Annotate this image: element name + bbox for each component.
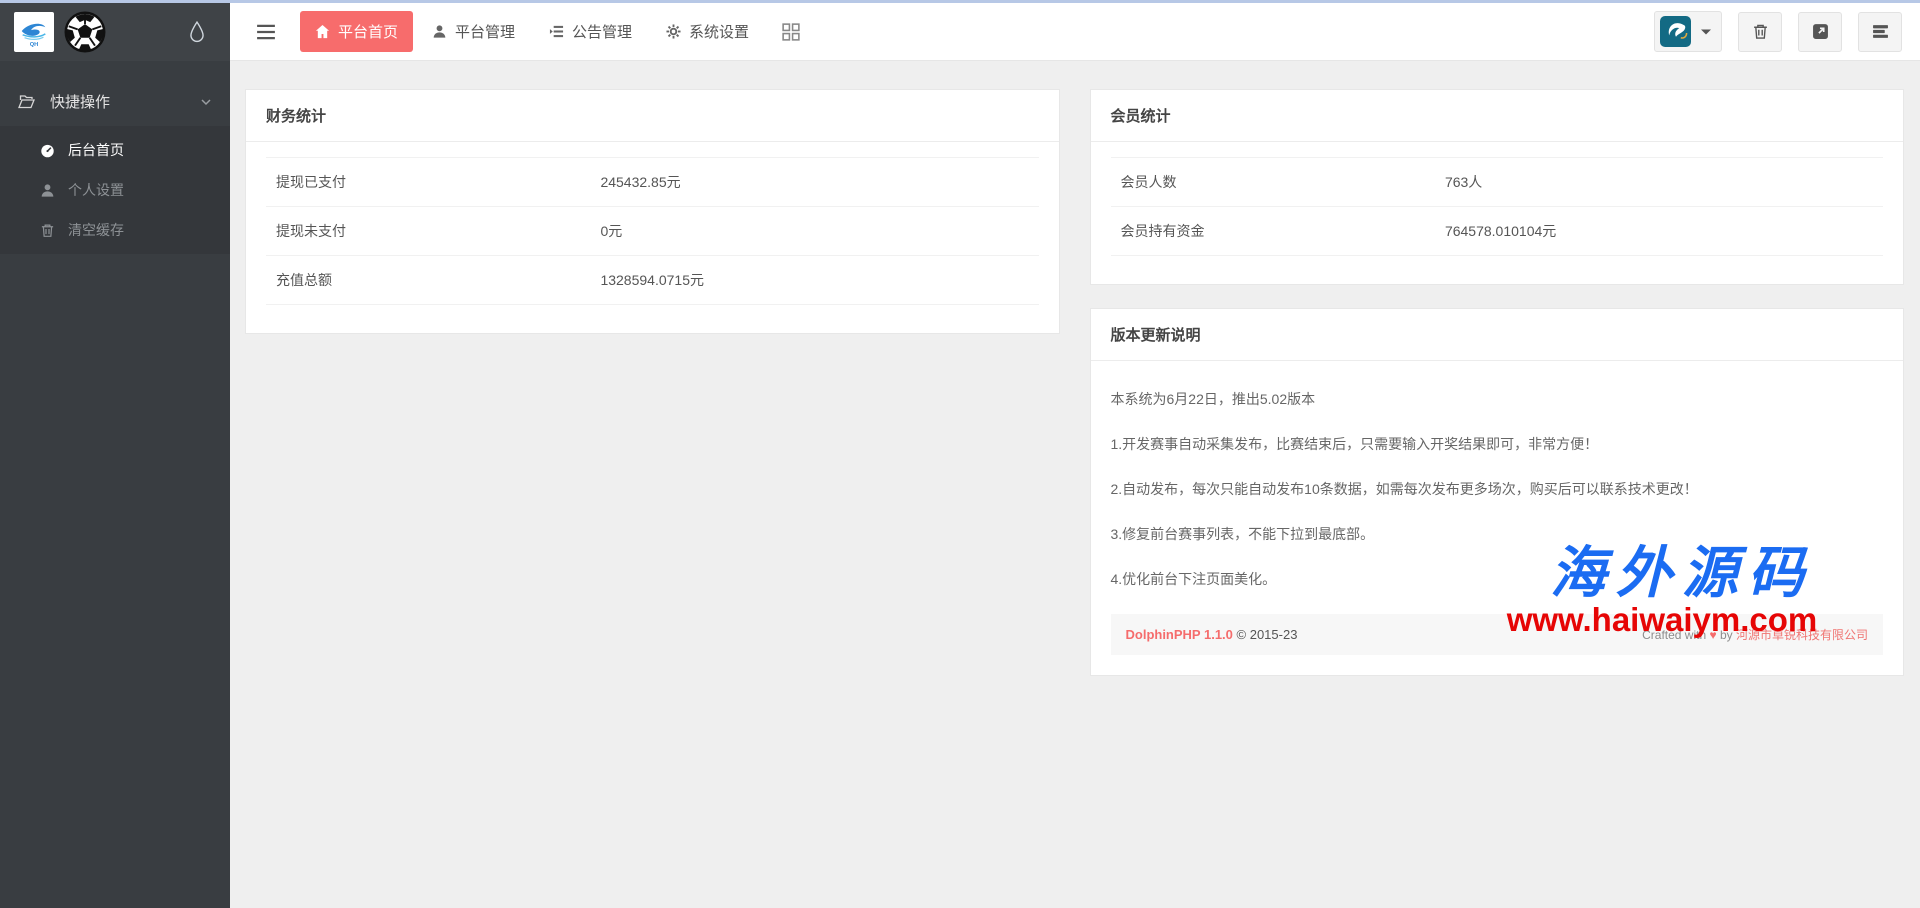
- caret-down-icon: [1701, 28, 1711, 36]
- brand-area: QH: [0, 3, 230, 61]
- dolphin-avatar-icon: [1662, 18, 1689, 45]
- list-icon: [549, 24, 564, 39]
- nav-tabs: 平台首页 平台管理: [300, 11, 764, 52]
- card-title: 财务统计: [246, 90, 1059, 142]
- left-column: 财务统计 提现已支付 245432.85元 提现未支付 0元: [245, 89, 1060, 334]
- tab-label: 平台首页: [338, 21, 398, 42]
- sidebar-item-label: 后台首页: [68, 140, 124, 160]
- water-drop-icon[interactable]: [188, 21, 206, 43]
- table-row: 提现未支付 0元: [266, 207, 1039, 256]
- tab-system-settings[interactable]: 系统设置: [651, 11, 764, 52]
- user-icon: [40, 183, 55, 198]
- gauge-icon: [40, 143, 55, 158]
- tab-label: 公告管理: [572, 21, 632, 42]
- tab-announcement-management[interactable]: 公告管理: [534, 11, 647, 52]
- crafted-with-text: Crafted with: [1642, 628, 1706, 642]
- table-row: 充值总额 1328594.0715元: [266, 256, 1039, 305]
- table-row: 提现已支付 245432.85元: [266, 158, 1039, 207]
- sidebar: QH: [0, 3, 230, 908]
- trash-icon: [40, 223, 55, 238]
- avatar: [1660, 16, 1691, 47]
- soccer-ball-icon: [64, 11, 106, 53]
- tab-label: 系统设置: [689, 21, 749, 42]
- app-layout: QH: [0, 3, 1920, 908]
- sidebar-item-label: 清空缓存: [68, 220, 124, 240]
- copyright-text: © 2015-23: [1237, 627, 1298, 642]
- user-icon: [432, 24, 447, 39]
- sidebar-section-quick-actions[interactable]: 快捷操作: [0, 77, 230, 126]
- content-area: 财务统计 提现已支付 245432.85元 提现未支付 0元: [230, 61, 1920, 676]
- stat-label: 提现未支付: [266, 207, 590, 256]
- table-row: 会员人数 763人: [1111, 158, 1884, 207]
- top-navbar: 平台首页 平台管理: [230, 3, 1920, 61]
- user-avatar-dropdown[interactable]: [1654, 11, 1722, 52]
- stat-label: 提现已支付: [266, 158, 590, 207]
- footer-right: Crafted with ♥ by 河源市卓锐科技有限公司: [1642, 626, 1868, 643]
- sidebar-section-label: 快捷操作: [50, 91, 110, 112]
- external-link-icon: [1812, 23, 1829, 40]
- card-body: 提现已支付 245432.85元 提现未支付 0元 充值总额 1328594.0…: [246, 142, 1059, 333]
- card-footer: DolphinPHP 1.1.0 © 2015-23 Crafted with …: [1111, 614, 1884, 655]
- site-logo[interactable]: QH: [14, 12, 54, 52]
- card-title: 版本更新说明: [1091, 309, 1904, 361]
- version-note: 3.修复前台赛事列表，不能下拉到最底部。: [1111, 524, 1884, 544]
- stat-value: 763人: [1435, 158, 1883, 207]
- sidebar-menu: 快捷操作 后台首页: [0, 61, 230, 254]
- sidebar-submenu: 后台首页 个人设置 清空缓存: [0, 126, 230, 254]
- version-notes-card: 版本更新说明 本系统为6月22日，推出5.02版本 1.开发赛事自动采集发布，比…: [1090, 308, 1905, 676]
- footer-left: DolphinPHP 1.1.0 © 2015-23: [1126, 627, 1298, 642]
- card-body: 本系统为6月22日，推出5.02版本 1.开发赛事自动采集发布，比赛结束后，只需…: [1091, 361, 1904, 675]
- by-text: by: [1720, 628, 1733, 642]
- company-link[interactable]: 河源市卓锐科技有限公司: [1736, 628, 1868, 642]
- finance-stats-table: 提现已支付 245432.85元 提现未支付 0元 充值总额 1328594.0…: [266, 157, 1039, 305]
- finance-stats-card: 财务统计 提现已支付 245432.85元 提现未支付 0元: [245, 89, 1060, 334]
- stat-value: 245432.85元: [590, 158, 1038, 207]
- stat-value: 1328594.0715元: [590, 256, 1038, 305]
- card-title: 会员统计: [1091, 90, 1904, 142]
- main-area: 平台首页 平台管理: [230, 3, 1920, 908]
- dolphinphp-link[interactable]: DolphinPHP 1.1.0: [1126, 627, 1233, 642]
- right-column: 会员统计 会员人数 763人 会员持有资金 764578.010104元: [1090, 89, 1905, 676]
- table-row: 会员持有资金 764578.010104元: [1111, 207, 1884, 256]
- navbar-right-actions: [1654, 11, 1902, 52]
- gear-icon: [666, 24, 681, 39]
- apps-grid-icon[interactable]: [782, 23, 800, 41]
- version-note: 本系统为6月22日，推出5.02版本: [1111, 389, 1884, 409]
- open-frontend-button[interactable]: [1798, 12, 1842, 52]
- member-stats-card: 会员统计 会员人数 763人 会员持有资金 764578.010104元: [1090, 89, 1905, 285]
- sidebar-item-dashboard[interactable]: 后台首页: [0, 130, 230, 170]
- logo-text: QH: [30, 42, 38, 48]
- version-note: 4.优化前台下注页面美化。: [1111, 569, 1884, 589]
- card-body: 会员人数 763人 会员持有资金 764578.010104元: [1091, 142, 1904, 284]
- home-icon: [315, 24, 330, 39]
- tab-platform-home[interactable]: 平台首页: [300, 11, 413, 52]
- stat-label: 会员持有资金: [1111, 207, 1435, 256]
- stat-value: 764578.010104元: [1435, 207, 1883, 256]
- tab-label: 平台管理: [455, 21, 515, 42]
- version-note: 1.开发赛事自动采集发布，比赛结束后，只需要输入开奖结果即可，非常方便！: [1111, 434, 1884, 454]
- sidebar-item-profile[interactable]: 个人设置: [0, 170, 230, 210]
- member-stats-table: 会员人数 763人 会员持有资金 764578.010104元: [1111, 157, 1884, 256]
- stat-label: 会员人数: [1111, 158, 1435, 207]
- folder-open-icon: [18, 94, 35, 109]
- hamburger-menu-icon[interactable]: [256, 24, 276, 40]
- chevron-down-icon: [200, 96, 212, 108]
- stat-value: 0元: [590, 207, 1038, 256]
- sidebar-item-label: 个人设置: [68, 180, 124, 200]
- heart-icon: ♥: [1709, 628, 1716, 642]
- clear-cache-button[interactable]: [1738, 12, 1782, 52]
- bird-logo-icon: QH: [17, 15, 51, 49]
- version-note: 2.自动发布，每次只能自动发布10条数据，如需每次发布更多场次，购买后可以联系技…: [1111, 479, 1884, 499]
- stat-label: 充值总额: [266, 256, 590, 305]
- log-list-button[interactable]: [1858, 12, 1902, 52]
- trash-icon: [1752, 23, 1769, 40]
- sidebar-item-clear-cache[interactable]: 清空缓存: [0, 210, 230, 250]
- server-list-icon: [1872, 23, 1889, 40]
- tab-platform-management[interactable]: 平台管理: [417, 11, 530, 52]
